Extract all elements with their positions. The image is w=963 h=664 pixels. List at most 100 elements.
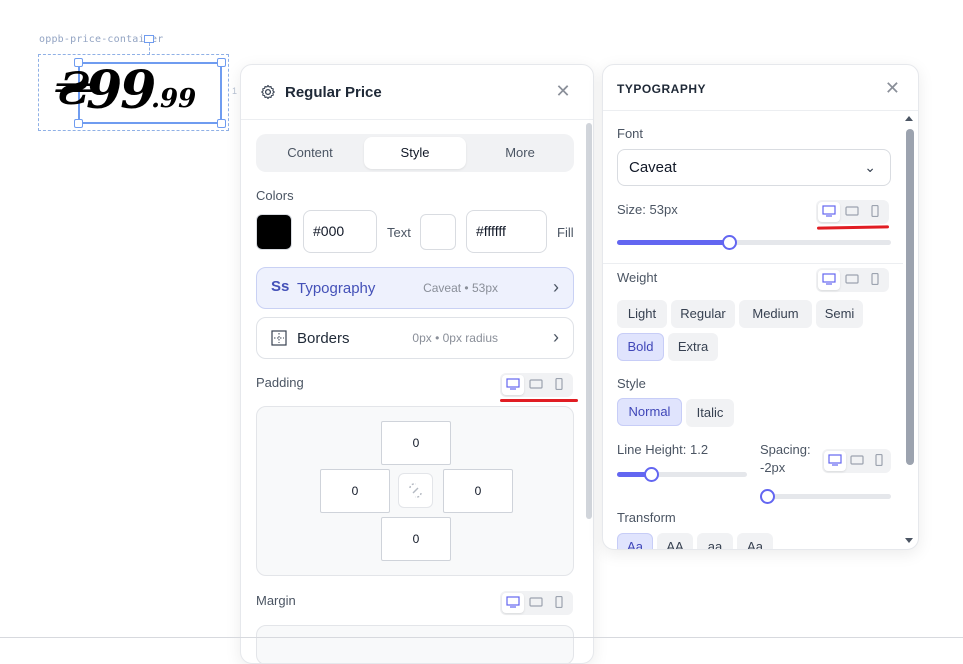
text-color-input[interactable]: #000 [303, 210, 377, 253]
font-label: Font [617, 126, 644, 141]
tab-style[interactable]: Style [364, 137, 466, 169]
size-label: Size: 53px [617, 202, 678, 217]
tablet-icon[interactable] [841, 202, 863, 222]
chevron-right-icon: › [553, 327, 559, 347]
mobile-icon[interactable] [548, 375, 570, 395]
container-top-handle[interactable] [144, 35, 154, 43]
padding-right-input[interactable]: 0 [443, 469, 513, 513]
typography-summary: Caveat • 53px [423, 281, 498, 295]
chevron-right-icon: › [553, 277, 559, 297]
typography-header: TYPOGRAPHY ✕ [603, 65, 918, 111]
text-color-swatch[interactable] [256, 214, 292, 250]
desktop-icon[interactable] [502, 375, 524, 395]
padding-label: Padding [256, 375, 304, 390]
scroll-up-icon[interactable] [905, 116, 913, 121]
desktop-icon[interactable] [502, 593, 524, 613]
font-select[interactable]: Caveat ⌄ [617, 149, 891, 186]
padding-editor: 0 0 0 0 [256, 406, 574, 576]
tablet-icon[interactable] [525, 593, 547, 613]
mobile-icon[interactable] [864, 270, 886, 290]
panel-title: Regular Price [285, 84, 382, 101]
spacing-device-switch [822, 449, 891, 473]
spacing-value: -2px [760, 460, 786, 475]
typography-panel: TYPOGRAPHY ✕ Font Caveat ⌄ Size: 53px We… [602, 64, 919, 550]
style-normal[interactable]: Normal [617, 398, 682, 426]
transform-label: Transform [617, 510, 676, 525]
margin-editor [256, 625, 574, 663]
font-select-value: Caveat [629, 159, 677, 176]
weight-bold[interactable]: Bold [617, 333, 664, 361]
text-color-label: Text [387, 225, 411, 240]
price-main-value: 99 [86, 60, 156, 121]
desktop-icon[interactable] [818, 270, 840, 290]
mobile-icon[interactable] [864, 202, 886, 222]
desktop-icon[interactable] [818, 202, 840, 222]
borders-label: Borders [297, 330, 350, 347]
weight-extra[interactable]: Extra [668, 333, 718, 361]
typography-label: Typography [297, 280, 376, 297]
margin-device-switch [500, 591, 573, 615]
weight-semi[interactable]: Semi [816, 300, 863, 328]
style-tabs: Content Style More [256, 134, 574, 172]
scroll-down-icon[interactable] [905, 538, 913, 543]
chevron-down-icon: ⌄ [864, 159, 876, 175]
typography-scrollbar[interactable] [906, 129, 914, 465]
transform-uppercase[interactable]: AA [657, 533, 693, 549]
colors-label: Colors [256, 188, 294, 203]
weight-medium[interactable]: Medium [739, 300, 812, 328]
unlink-icon[interactable] [398, 473, 433, 508]
mobile-icon[interactable] [868, 451, 890, 471]
tab-more[interactable]: More [469, 137, 571, 169]
weight-device-switch [816, 268, 889, 292]
border-icon [271, 330, 287, 346]
transform-capitalize[interactable]: Aa [617, 533, 653, 549]
style-italic[interactable]: Italic [686, 399, 734, 427]
fill-color-label: Fill [557, 225, 574, 240]
spacing-slider-thumb[interactable] [760, 489, 775, 504]
tablet-icon[interactable] [841, 270, 863, 290]
weight-regular[interactable]: Regular [671, 300, 735, 328]
spacing-slider-track[interactable] [767, 494, 891, 499]
size-device-switch [816, 200, 889, 224]
weight-light[interactable]: Light [617, 300, 667, 328]
transform-none[interactable]: Aa [737, 533, 773, 549]
typography-row[interactable]: Ss Typography Caveat • 53px › [256, 267, 574, 309]
tablet-icon[interactable] [525, 375, 547, 395]
padding-bottom-input[interactable]: 0 [381, 517, 451, 561]
fill-color-swatch[interactable] [420, 214, 456, 250]
resize-handle-bl[interactable] [74, 119, 83, 128]
line-height-slider-thumb[interactable] [643, 467, 659, 482]
fill-color-input[interactable]: #ffffff [466, 210, 547, 253]
desktop-icon[interactable] [824, 451, 846, 471]
resize-handle-tr[interactable] [217, 58, 226, 67]
resize-handle-br[interactable] [217, 119, 226, 128]
tablet-icon[interactable] [846, 451, 868, 471]
weight-label: Weight [617, 270, 658, 285]
close-icon[interactable]: ✕ [555, 82, 571, 100]
spacing-label: Spacing: [760, 442, 811, 457]
side-marker-text: 1 [232, 86, 238, 96]
annotation-underline [500, 399, 578, 402]
typography-title: TYPOGRAPHY [617, 82, 707, 96]
padding-top-input[interactable]: 0 [381, 421, 451, 465]
price-cents-value: .99 [151, 84, 197, 114]
typography-icon: Ss [271, 278, 290, 295]
line-height-label: Line Height: 1.2 [617, 442, 709, 457]
borders-summary: 0px • 0px radius [412, 331, 498, 345]
padding-left-input[interactable]: 0 [320, 469, 390, 513]
borders-row[interactable]: Borders 0px • 0px radius › [256, 317, 574, 359]
panel-header: Regular Price ✕ [241, 65, 593, 120]
size-slider-fill [617, 240, 730, 245]
divider [603, 263, 903, 264]
regular-price-panel: Regular Price ✕ Content Style More Color… [240, 64, 594, 664]
transform-lowercase[interactable]: aa [697, 533, 733, 549]
gear-icon [261, 84, 275, 100]
mobile-icon[interactable] [548, 593, 570, 613]
size-slider-thumb[interactable] [722, 235, 738, 250]
annotation-underline [816, 225, 890, 230]
close-icon[interactable]: ✕ [885, 78, 900, 99]
bottom-divider [0, 637, 963, 638]
panel-scrollbar[interactable] [586, 123, 592, 519]
padding-device-switch [500, 373, 573, 397]
tab-content[interactable]: Content [259, 137, 361, 169]
